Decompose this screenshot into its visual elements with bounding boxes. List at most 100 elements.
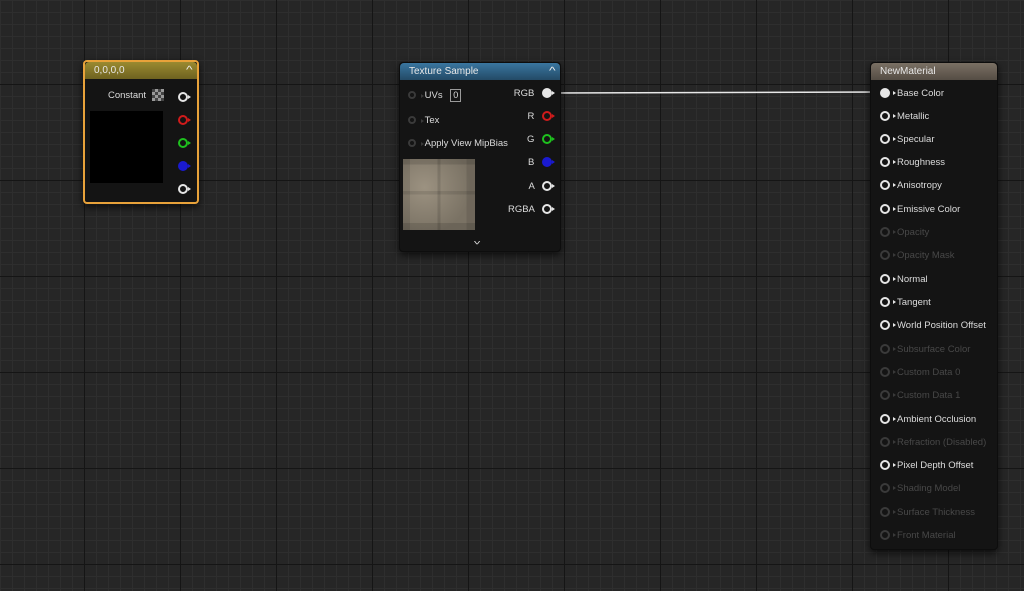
material-pin-row[interactable]: Base Color <box>880 87 944 101</box>
rgb-output-pin[interactable] <box>542 88 555 99</box>
r-output-pin[interactable] <box>542 111 555 122</box>
uvs-value-field[interactable]: 0 <box>450 89 462 102</box>
b-output-row[interactable]: B <box>528 156 555 170</box>
material-pin-label: Surface Thickness <box>897 507 975 518</box>
r-output-row[interactable]: R <box>527 110 555 124</box>
material-pin-label: Shading Model <box>897 483 961 494</box>
material-input-pin <box>880 483 896 494</box>
material-pin-row[interactable]: Normal <box>880 273 928 287</box>
material-input-pin <box>880 344 896 355</box>
a-output-pin[interactable] <box>542 181 555 192</box>
material-pin-label: Refraction (Disabled) <box>897 437 987 448</box>
material-input-pin[interactable] <box>880 111 896 122</box>
material-pin-row: Custom Data 0 <box>880 366 960 380</box>
material-pin-label: Ambient Occlusion <box>897 414 977 425</box>
material-pin-row: Refraction (Disabled) <box>880 436 986 450</box>
chevron-down-icon[interactable]: ^ <box>474 236 480 246</box>
material-pin-row[interactable]: Tangent <box>880 296 931 310</box>
a-output-row[interactable]: A <box>528 180 555 194</box>
material-input-pin[interactable] <box>880 460 896 471</box>
material-pin-row[interactable]: Anisotropy <box>880 179 942 193</box>
collapse-icon[interactable]: ^ <box>549 63 556 80</box>
mipbias-input-row[interactable]: Apply View MipBias <box>408 137 508 151</box>
material-pin-row[interactable]: Roughness <box>880 156 945 170</box>
constant-node-header[interactable]: 0,0,0,0 ^ <box>85 62 197 79</box>
uvs-label: UVs <box>424 90 443 101</box>
material-pin-row[interactable]: World Position Offset <box>880 319 986 333</box>
collapse-icon[interactable]: ^ <box>186 62 193 79</box>
material-input-pin[interactable] <box>880 180 896 191</box>
material-input-pin <box>880 437 896 448</box>
material-input-pin[interactable] <box>880 297 896 308</box>
rgba-label: RGBA <box>507 204 535 215</box>
material-pin-row: Front Material <box>880 529 956 543</box>
material-input-pin[interactable] <box>880 204 896 215</box>
material-pin-label: Opacity <box>897 227 930 238</box>
g-output-pin[interactable] <box>542 134 555 145</box>
material-pin-label: World Position Offset <box>897 320 986 331</box>
material-result-title: NewMaterial <box>880 66 936 77</box>
material-pin-label: Metallic <box>897 111 930 122</box>
material-input-pin <box>880 507 896 518</box>
constant-output-pin[interactable] <box>178 92 191 102</box>
material-pin-row[interactable]: Emissive Color <box>880 203 960 217</box>
g-label: G <box>526 134 535 145</box>
material-input-pin <box>880 250 896 261</box>
texture-sample-title: Texture Sample <box>409 66 479 77</box>
material-pin-label: Normal <box>897 274 928 285</box>
rgb-output-row[interactable]: RGB <box>513 87 555 101</box>
material-input-pin <box>880 367 896 378</box>
material-pin-label: Front Material <box>897 530 956 541</box>
texture-preview <box>403 159 475 230</box>
material-pin-label: Custom Data 0 <box>897 367 961 378</box>
material-pin-row[interactable]: Ambient Occlusion <box>880 413 976 427</box>
b-label: B <box>528 157 535 168</box>
material-pin-label: Opacity Mask <box>897 250 955 261</box>
material-pin-label: Base Color <box>897 88 944 99</box>
material-pin-row: Subsurface Color <box>880 343 970 357</box>
material-pin-row: Custom Data 1 <box>880 389 960 403</box>
mipbias-input-pin[interactable] <box>408 139 424 148</box>
material-input-pin[interactable] <box>880 414 896 425</box>
tex-input-pin[interactable] <box>408 116 424 125</box>
constant-output-r-pin[interactable] <box>178 115 191 125</box>
constant-output-b-pin[interactable] <box>178 161 191 171</box>
constant-preview <box>90 111 163 183</box>
texture-sample-header[interactable]: Texture Sample ^ <box>400 63 560 80</box>
rgb-label: RGB <box>513 88 535 99</box>
material-pin-row[interactable]: Metallic <box>880 110 929 124</box>
constant-label: Constant <box>108 90 147 101</box>
material-input-pin[interactable] <box>880 157 896 168</box>
r-label: R <box>527 111 535 122</box>
material-pin-label: Anisotropy <box>897 180 942 191</box>
material-input-pin[interactable] <box>880 88 896 99</box>
uvs-input-row[interactable]: UVs 0 <box>408 89 462 103</box>
b-output-pin[interactable] <box>542 157 555 168</box>
material-pin-label: Specular <box>897 134 935 145</box>
checker-icon <box>151 89 164 102</box>
texture-sample-node[interactable]: Texture Sample ^ UVs 0 Tex Apply View Mi… <box>399 62 561 252</box>
constant-row: Constant <box>108 89 164 103</box>
material-pin-row[interactable]: Pixel Depth Offset <box>880 459 973 473</box>
material-input-pin <box>880 530 896 541</box>
constant-output-a-pin[interactable] <box>178 184 191 194</box>
mipbias-label: Apply View MipBias <box>424 138 508 149</box>
material-pin-label: Pixel Depth Offset <box>897 460 974 471</box>
material-input-pin[interactable] <box>880 274 896 285</box>
material-input-pin[interactable] <box>880 320 896 331</box>
material-pin-row[interactable]: Specular <box>880 133 935 147</box>
material-pin-label: Roughness <box>897 157 946 168</box>
g-output-row[interactable]: G <box>526 133 555 147</box>
material-result-node[interactable]: NewMaterial Base Color Metallic Specular Ro… <box>870 62 998 550</box>
material-input-pin[interactable] <box>880 134 896 145</box>
material-result-header[interactable]: NewMaterial <box>871 63 997 80</box>
rgba-output-pin[interactable] <box>542 204 555 215</box>
tex-input-row[interactable]: Tex <box>408 114 439 128</box>
rgba-output-row[interactable]: RGBA <box>507 203 555 217</box>
a-label: A <box>528 181 535 192</box>
uvs-input-pin[interactable] <box>408 91 424 100</box>
constant-output-g-pin[interactable] <box>178 138 191 148</box>
material-pin-label: Custom Data 1 <box>897 390 961 401</box>
constant-node[interactable]: 0,0,0,0 ^ Constant <box>83 60 199 204</box>
material-pin-row: Opacity <box>880 226 929 240</box>
